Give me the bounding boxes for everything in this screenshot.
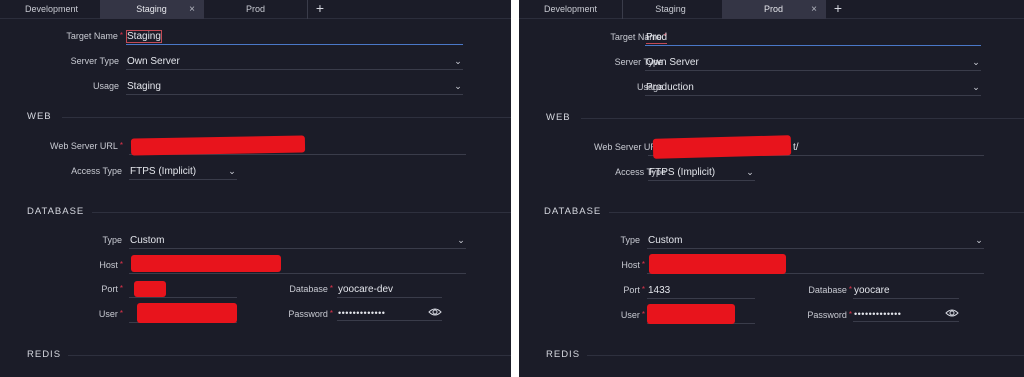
port-label: Port * (623, 285, 645, 295)
database-label: Database * (808, 285, 852, 295)
config-panel-prod: Development Staging Prod × + Target Name *… (519, 0, 1024, 377)
chevron-down-icon: ⌄ (975, 235, 983, 245)
redaction (137, 303, 237, 323)
close-icon[interactable]: × (811, 0, 817, 19)
usage-label: Usage (92, 81, 119, 91)
redaction (647, 304, 735, 324)
host-label: Host * (621, 260, 645, 270)
web-server-url-label: Web Server URL* (50, 141, 123, 151)
redaction (131, 255, 281, 272)
redaction (652, 135, 792, 159)
password-input[interactable]: ••••••••••••• (853, 307, 959, 322)
section-redis: REDIS (546, 349, 581, 360)
user-label: User * (620, 310, 645, 320)
plus-icon[interactable]: + (311, 0, 329, 19)
divider (609, 212, 1024, 213)
redaction (649, 254, 786, 274)
tab-staging[interactable]: Staging × (100, 0, 204, 19)
divider (92, 212, 511, 213)
target-name-input[interactable]: Prod (645, 31, 981, 46)
usage-value: Production (646, 82, 694, 93)
divider (587, 355, 1024, 356)
host-label: Host * (99, 260, 123, 270)
server-type-select[interactable]: Own Server ⌄ (645, 56, 981, 71)
database-label: Database * (289, 284, 333, 294)
section-database: DATABASE (27, 206, 85, 217)
section-database: DATABASE (544, 206, 602, 217)
plus-icon[interactable]: + (829, 0, 847, 19)
db-type-label: Type (620, 235, 640, 245)
config-panel-staging: Development Staging × Prod + Target Name *… (0, 0, 511, 377)
eye-icon[interactable] (428, 306, 442, 318)
database-value: yoocare-dev (338, 284, 394, 295)
redaction (130, 135, 306, 156)
chevron-down-icon: ⌄ (454, 56, 462, 66)
password-value: ••••••••••••• (338, 308, 386, 318)
divider (581, 118, 1024, 119)
tab-label: Development (24, 4, 79, 14)
target-name-label: Target Name * (66, 31, 123, 41)
tab-prod[interactable]: Prod (204, 0, 308, 19)
tab-label: Development (543, 4, 598, 14)
tab-development[interactable]: Development (519, 0, 623, 19)
tab-staging[interactable]: Staging (619, 0, 723, 19)
chevron-down-icon: ⌄ (972, 57, 980, 67)
chevron-down-icon: ⌄ (972, 82, 980, 92)
access-type-select[interactable]: FTPS (Implicit) ⌄ (648, 166, 755, 181)
usage-select[interactable]: Staging ⌄ (126, 80, 463, 95)
database-input[interactable]: yoocare-dev (337, 283, 442, 298)
tab-bar: Development Staging × Prod + (0, 0, 511, 19)
tab-bar: Development Staging Prod × + (519, 0, 1024, 19)
section-redis: REDIS (27, 349, 62, 360)
chevron-down-icon: ⌄ (746, 167, 754, 177)
usage-select[interactable]: Production ⌄ (645, 81, 981, 96)
chevron-down-icon: ⌄ (454, 81, 462, 91)
db-type-value: Custom (648, 235, 683, 246)
password-label: Password * (288, 309, 333, 319)
access-type-value: FTPS (Implicit) (130, 166, 197, 177)
db-type-value: Custom (130, 235, 165, 246)
server-type-select[interactable]: Own Server ⌄ (126, 55, 463, 70)
password-value: ••••••••••••• (854, 309, 902, 319)
tab-prod[interactable]: Prod × (722, 0, 826, 19)
server-type-value: Own Server (127, 56, 180, 67)
port-input[interactable]: 1433 (647, 284, 755, 299)
db-type-label: Type (102, 235, 122, 245)
eye-icon[interactable] (945, 307, 959, 319)
tab-development[interactable]: Development (0, 0, 104, 19)
db-type-select[interactable]: Custom ⌄ (129, 234, 466, 249)
access-type-value: FTPS (Implicit) (649, 167, 716, 178)
web-server-url-value: t/ (793, 142, 799, 153)
redaction (134, 281, 166, 297)
tab-label: Staging (136, 4, 167, 14)
section-web: WEB (27, 111, 52, 122)
close-icon[interactable]: × (189, 0, 195, 19)
chevron-down-icon: ⌄ (228, 166, 236, 176)
target-name-value: Staging (126, 30, 162, 43)
divider (68, 355, 511, 356)
section-web: WEB (546, 112, 571, 123)
tab-label: Prod (245, 4, 265, 14)
server-type-value: Own Server (646, 57, 699, 68)
password-label: Password * (807, 310, 852, 320)
access-type-label: Access Type (71, 166, 122, 176)
target-name-value: Prod (646, 32, 668, 44)
db-type-select[interactable]: Custom ⌄ (647, 234, 984, 249)
server-type-label: Server Type (70, 56, 119, 66)
password-input[interactable]: ••••••••••••• (337, 306, 442, 321)
usage-value: Staging (127, 81, 161, 92)
database-input[interactable]: yoocare (853, 284, 959, 299)
target-name-input[interactable]: Staging (126, 30, 463, 45)
access-type-select[interactable]: FTPS (Implicit) ⌄ (129, 165, 237, 180)
tab-label: Staging (655, 4, 686, 14)
port-value: 1433 (648, 285, 671, 296)
port-label: Port * (101, 284, 123, 294)
user-label: User * (98, 309, 123, 319)
database-value: yoocare (854, 285, 890, 296)
chevron-down-icon: ⌄ (457, 235, 465, 245)
divider (62, 117, 511, 118)
tab-label: Prod (763, 4, 783, 14)
